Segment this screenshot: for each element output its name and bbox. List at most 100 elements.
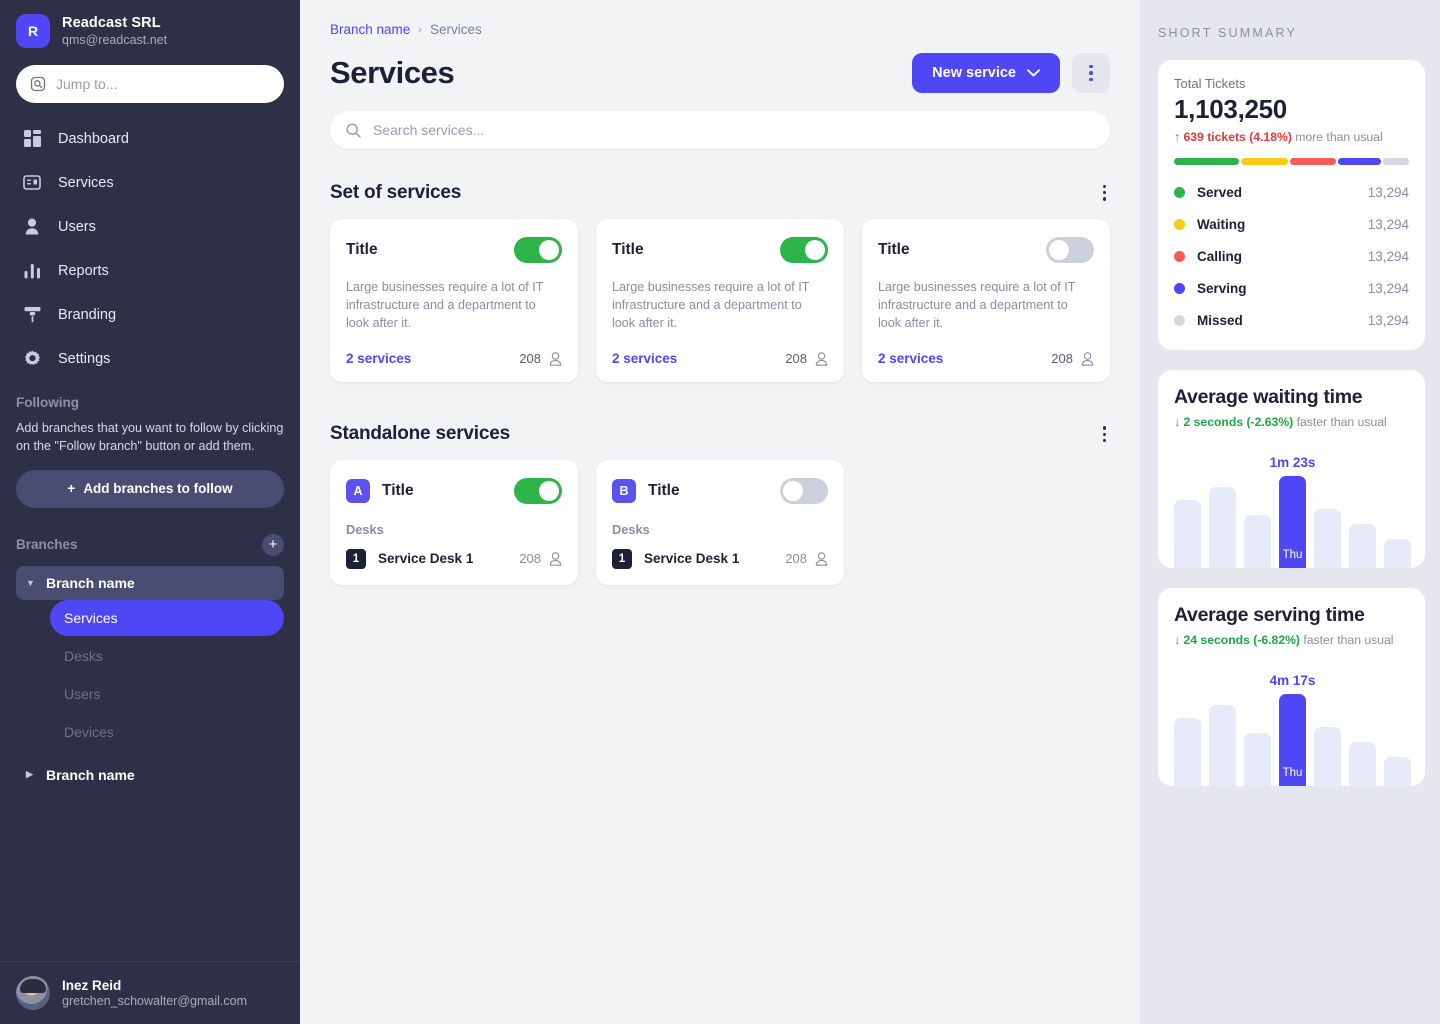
desks-label: Desks xyxy=(346,521,384,537)
page-actions: New service xyxy=(912,53,1110,93)
people-count: 208 xyxy=(785,351,828,366)
legend-row-waiting: Waiting 13,294 xyxy=(1174,208,1409,240)
chart-title: Average serving time xyxy=(1174,604,1365,626)
add-branches-to-follow-button[interactable]: + Add branches to follow xyxy=(16,469,284,508)
toggle-knob xyxy=(783,480,803,501)
total-tickets-delta: ↑ 639 tickets (4.18%) more than usual xyxy=(1174,130,1409,144)
service-set-card[interactable]: Title Large businesses require a lot of … xyxy=(330,218,578,383)
sidebar-subitem-users[interactable]: Users xyxy=(50,676,284,712)
legend-value: 13,294 xyxy=(1367,248,1409,264)
service-set-card[interactable]: Title Large businesses require a lot of … xyxy=(862,218,1110,383)
right-summary-panel: SHORT SUMMARY Total Tickets 1,103,250 ↑ … xyxy=(1140,0,1440,1024)
dot xyxy=(1102,185,1106,189)
bar xyxy=(1244,514,1271,568)
status-dot-missed xyxy=(1174,314,1185,326)
legend-value: 13,294 xyxy=(1367,216,1409,232)
sidebar-item-users[interactable]: Users xyxy=(10,205,290,249)
desk-row[interactable]: 1 Service Desk 1 208 xyxy=(346,548,562,569)
section-overflow-menu-button[interactable] xyxy=(1099,422,1110,446)
enable-toggle[interactable] xyxy=(780,236,828,263)
sidebar-subitem-desks[interactable]: Desks xyxy=(50,638,284,674)
bar-highlighted: 4m 17s Thu xyxy=(1270,673,1315,786)
following-description: Add branches that you want to follow by … xyxy=(16,420,284,453)
org-email: qms@readcast.net xyxy=(62,33,168,48)
enable-toggle[interactable] xyxy=(514,477,562,504)
services-count-link[interactable]: 2 services xyxy=(612,351,677,366)
chart-subtitle: ↓ 2 seconds (-2.63%) faster than usual xyxy=(1174,415,1409,429)
card-title: Title xyxy=(878,240,910,258)
breadcrumb-root[interactable]: Branch name xyxy=(330,22,410,37)
left-sidebar: R Readcast SRL qms@readcast.net Jump to.… xyxy=(0,0,300,1024)
add-branch-button[interactable]: + xyxy=(262,533,284,556)
stack-segment-waiting xyxy=(1240,158,1289,165)
bar xyxy=(1244,732,1271,786)
delta-strong: 639 tickets (4.18%) xyxy=(1183,130,1292,144)
sidebar-item-reports[interactable]: Reports xyxy=(10,249,290,293)
legend-label: Served xyxy=(1197,184,1243,200)
enable-toggle[interactable] xyxy=(514,236,562,263)
legend-value: 13,294 xyxy=(1367,312,1409,328)
desk-row[interactable]: 1 Service Desk 1 208 xyxy=(612,548,828,569)
branch-row-collapsed[interactable]: ▶ Branch name xyxy=(16,758,284,792)
bar-value-label: 1m 23s xyxy=(1269,455,1316,470)
chevron-right-icon: › xyxy=(418,23,422,36)
desk-number-badge: 1 xyxy=(346,548,366,569)
branches-tree: ▼ Branch name Services Desks Users Devic… xyxy=(0,565,300,792)
people-count-value: 208 xyxy=(785,351,807,367)
people-count-value: 208 xyxy=(519,351,541,367)
sidebar-item-services[interactable]: Services xyxy=(10,161,290,205)
arrow-up-icon: ↑ xyxy=(1174,130,1181,144)
service-set-card[interactable]: Title Large businesses require a lot of … xyxy=(596,218,844,383)
sidebar-subitem-devices[interactable]: Devices xyxy=(50,714,284,750)
arrow-down-icon: ↓ xyxy=(1174,633,1181,647)
new-service-label: New service xyxy=(932,65,1016,81)
total-tickets-card: Total Tickets 1,103,250 ↑ 639 tickets (4… xyxy=(1158,60,1425,350)
person-icon xyxy=(1081,352,1094,366)
enable-toggle[interactable] xyxy=(1046,236,1094,263)
section-overflow-menu-button[interactable] xyxy=(1099,181,1110,205)
reports-icon xyxy=(22,261,42,281)
user-footer[interactable]: Inez Reid gretchen_schowalter@gmail.com xyxy=(0,961,300,1024)
jump-to-search[interactable]: Jump to... xyxy=(16,64,284,103)
primary-nav: Dashboard Services Users Reports Brandin… xyxy=(0,117,300,381)
subtitle-strong: 2 seconds (-2.63%) xyxy=(1183,415,1294,429)
search-placeholder: Search services... xyxy=(373,122,485,138)
new-service-button[interactable]: New service xyxy=(912,53,1060,93)
main-content: Branch name › Services Services New serv… xyxy=(300,0,1140,1024)
sidebar-item-settings[interactable]: Settings xyxy=(10,337,290,381)
status-dot-calling xyxy=(1174,250,1185,262)
sidebar-subitem-services[interactable]: Services xyxy=(50,599,284,636)
people-count: 208 xyxy=(519,551,562,566)
subtitle-rest: faster than usual xyxy=(1296,415,1387,429)
page-overflow-menu-button[interactable] xyxy=(1072,53,1110,93)
sidebar-item-label: Users xyxy=(58,218,96,235)
services-count-link[interactable]: 2 services xyxy=(878,351,943,366)
sidebar-item-branding[interactable]: Branding xyxy=(10,293,290,337)
services-icon xyxy=(22,173,42,193)
dot xyxy=(1102,191,1106,195)
bar xyxy=(1174,499,1201,568)
service-letter-badge: B xyxy=(612,478,636,503)
person-icon xyxy=(815,552,828,566)
chevron-right-icon: ▶ xyxy=(26,769,33,779)
enable-toggle[interactable] xyxy=(780,477,828,504)
org-header[interactable]: R Readcast SRL qms@readcast.net xyxy=(0,0,300,59)
branch-row-expanded[interactable]: ▼ Branch name xyxy=(16,565,284,600)
bar xyxy=(1349,741,1376,786)
search-icon xyxy=(346,122,361,138)
sidebar-item-dashboard[interactable]: Dashboard xyxy=(10,117,290,161)
stack-segment-calling xyxy=(1290,158,1336,165)
card-description: Large businesses require a lot of IT inf… xyxy=(346,279,544,331)
legend-label: Missed xyxy=(1197,312,1243,328)
services-count-link[interactable]: 2 services xyxy=(346,351,411,366)
branding-icon xyxy=(22,305,42,325)
branch-name-label: Branch name xyxy=(46,574,135,591)
waiting-time-bars: 1m 23s Thu xyxy=(1174,455,1411,568)
bar xyxy=(1384,757,1411,786)
chart-title: Average waiting time xyxy=(1174,386,1363,408)
arrow-down-icon: ↓ xyxy=(1174,415,1181,429)
search-services-input[interactable]: Search services... xyxy=(330,111,1110,149)
standalone-service-card[interactable]: A Title Desks 1 Service Desk 1 208 xyxy=(330,459,578,585)
people-count-value: 208 xyxy=(785,551,807,567)
standalone-service-card[interactable]: B Title Desks 1 Service Desk 1 208 xyxy=(596,459,844,585)
